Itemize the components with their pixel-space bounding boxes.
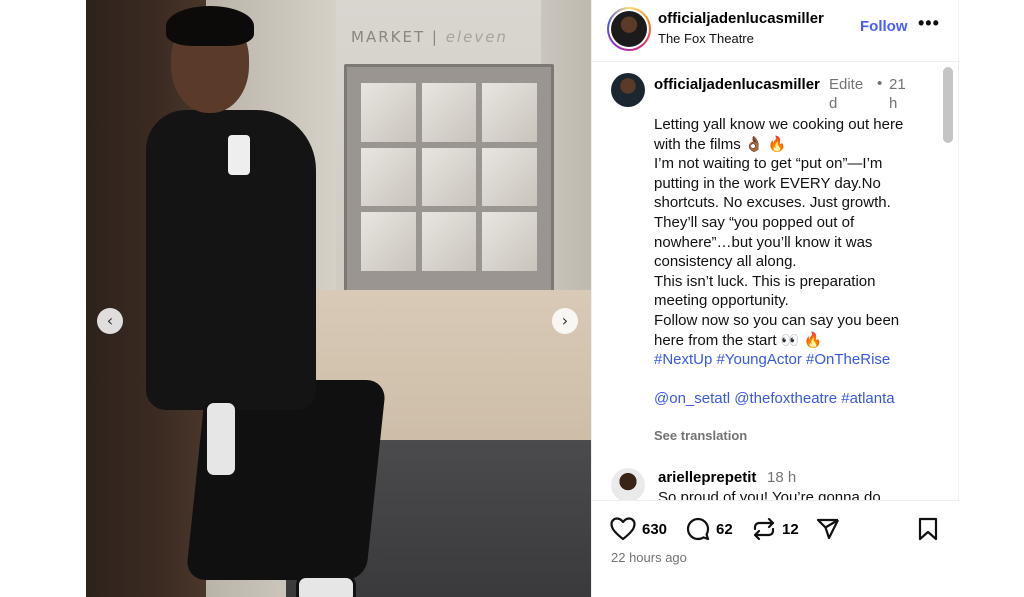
send-icon (816, 518, 839, 540)
bookmark-icon (918, 517, 938, 541)
door-windows (361, 83, 537, 271)
comment-button[interactable]: 62 (686, 517, 733, 541)
heart-icon (610, 517, 636, 541)
caption-line: They’ll say “you popped out of nowhere”…… (654, 213, 877, 271)
comments-scroll-area[interactable]: officialjadenlucasmiller Edited • 21h Le… (592, 63, 960, 500)
caption-mentions[interactable]: @on_setatl @thefoxtheatre #atlanta (654, 389, 930, 409)
previous-photo-button[interactable]: ‹ (97, 308, 123, 334)
chevron-left-icon: ‹ (106, 311, 114, 330)
photo-person-shirt (228, 135, 250, 175)
more-options-icon[interactable]: ••• (918, 13, 940, 34)
next-photo-button[interactable]: › (552, 308, 578, 334)
caption-timestamp[interactable]: 21h (889, 75, 909, 113)
separator-dot: • (877, 75, 883, 92)
comment-count: 62 (716, 520, 733, 538)
like-count: 630 (642, 520, 668, 538)
commenter-username[interactable]: arielleprepetit (658, 469, 756, 486)
photo-scene: MARKET | eleven (86, 0, 591, 597)
caption-author-username[interactable]: officialjadenlucasmiller (654, 75, 824, 94)
market-eleven-sign: MARKET | eleven (351, 28, 508, 46)
comment-timestamp: 18 h (767, 469, 797, 486)
instagram-post-view: MARKET | eleven ‹ › officialjadenlucasmi… (0, 0, 1024, 597)
caption-line: Letting yall know we cooking out here wi… (654, 116, 908, 153)
post-photo: MARKET | eleven (86, 0, 591, 597)
commenter-avatar[interactable] (611, 468, 645, 500)
post-actions-bar: 630 62 12 22 hours ago (592, 500, 960, 597)
comment-bubble-icon (686, 517, 710, 541)
post-header: officialjadenlucasmiller The Fox Theatre… (592, 0, 960, 62)
post-location[interactable]: The Fox Theatre (658, 31, 754, 46)
caption-line: This isn’t luck. This is preparation mee… (654, 272, 880, 310)
post-caption: Letting yall know we cooking out here wi… (654, 115, 930, 409)
caption-author-avatar[interactable] (611, 73, 645, 107)
post-sidebar: officialjadenlucasmiller The Fox Theatre… (591, 0, 960, 597)
repost-count: 12 (782, 520, 799, 538)
photo-sneaker-left (204, 400, 238, 478)
like-button[interactable]: 630 (610, 517, 667, 541)
caption-hashtags[interactable]: #NextUp #YoungActor #OnTheRise (654, 350, 930, 370)
share-button[interactable] (816, 517, 840, 541)
repost-button[interactable]: 12 (752, 517, 799, 541)
author-avatar[interactable] (607, 7, 651, 51)
edited-label: Edited (829, 76, 864, 112)
post-timestamp[interactable]: 22 hours ago (611, 550, 687, 565)
repost-icon (753, 517, 775, 541)
author-username[interactable]: officialjadenlucasmiller (658, 10, 824, 27)
photo-sneaker-right (296, 575, 356, 597)
scrollbar-thumb[interactable] (943, 67, 953, 143)
photo-person-hair (166, 6, 254, 46)
caption-line: I’m not waiting to get “put on”—I’m putt… (654, 155, 891, 212)
comment-text: So proud of you! You’re gonna do (658, 489, 881, 500)
follow-button[interactable]: Follow (860, 18, 908, 35)
see-translation-link[interactable]: See translation (654, 428, 747, 443)
save-button[interactable] (917, 517, 939, 541)
photo-door (344, 64, 554, 294)
caption-line: Follow now so you can say you been here … (654, 311, 904, 349)
chevron-right-icon: › (561, 311, 569, 330)
